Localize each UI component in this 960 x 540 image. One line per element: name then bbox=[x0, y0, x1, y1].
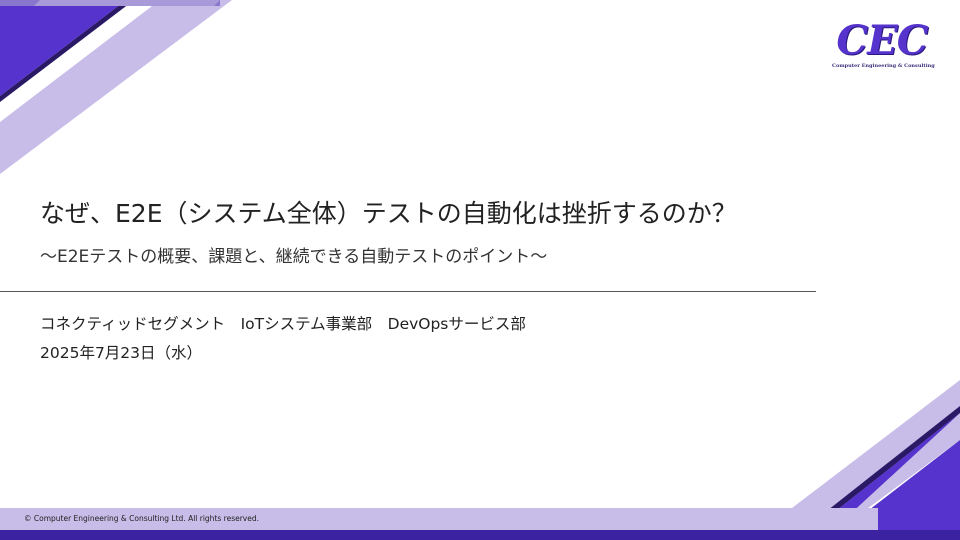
decorative-background bbox=[0, 0, 960, 540]
copyright-notice: © Computer Engineering & Consulting Ltd.… bbox=[24, 514, 259, 523]
logo-wordmark: CEC bbox=[836, 17, 928, 64]
slide-title: なぜ、E2E（システム全体）テストの自動化は挫折するのか？ bbox=[40, 199, 737, 228]
top-left-strip-accent bbox=[34, 0, 220, 6]
presenter-organization: コネクティッドセグメント IoTシステム事業部 DevOpsサービス部 bbox=[40, 315, 526, 333]
presentation-date: 2025年7月23日（水） bbox=[40, 344, 203, 362]
logo-tagline: Computer Engineering & Consulting bbox=[832, 63, 935, 69]
footer-dark-bar bbox=[0, 530, 960, 540]
slide-subtitle: ～E2Eテストの概要、課題と、継続できる自動テストのポイント～ bbox=[40, 247, 548, 267]
cec-logo: CEC Computer Engineering & Consulting bbox=[832, 17, 935, 74]
title-divider bbox=[0, 291, 816, 292]
